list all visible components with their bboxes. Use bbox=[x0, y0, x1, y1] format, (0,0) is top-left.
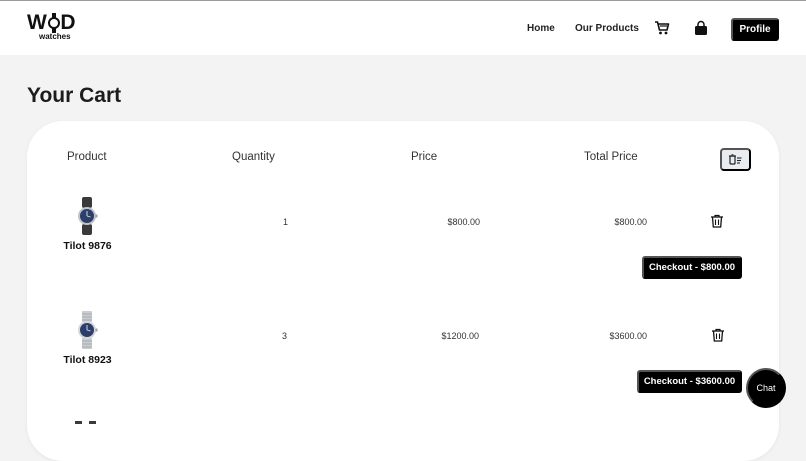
watch-product-image[interactable] bbox=[74, 311, 100, 349]
price-value: $1200.00 bbox=[441, 331, 479, 341]
product-name[interactable]: Tilot 9876 bbox=[40, 240, 135, 252]
brand-tagline: watches bbox=[39, 32, 71, 41]
brand-logo[interactable]: W D watches bbox=[27, 12, 87, 42]
quantity-value: 3 bbox=[281, 331, 287, 341]
total-price-value: $800.00 bbox=[614, 217, 647, 227]
clear-cart-icon bbox=[729, 154, 742, 165]
column-header-price: Price bbox=[411, 151, 438, 163]
nav-products-link[interactable]: Our Products bbox=[575, 23, 639, 35]
checkout-button[interactable]: Checkout - $3600.00 bbox=[637, 370, 742, 393]
page-title: Your Cart bbox=[27, 84, 122, 107]
cart-row: Tilot 9876 1 $800.00 $800.00 Checkout - … bbox=[0, 197, 806, 307]
cart-row: Tilot 8923 3 $1200.00 $3600.00 Checkout … bbox=[0, 311, 806, 421]
quantity-value: 1 bbox=[282, 217, 288, 227]
watch-product-image[interactable] bbox=[74, 197, 100, 235]
product-name[interactable]: Tilot 8923 bbox=[40, 354, 135, 366]
column-header-product: Product bbox=[67, 151, 107, 163]
trash-icon[interactable] bbox=[711, 328, 725, 342]
checkout-button[interactable]: Checkout - $800.00 bbox=[642, 256, 742, 279]
total-price-value: $3600.00 bbox=[609, 331, 647, 341]
column-header-quantity: Quantity bbox=[232, 151, 275, 163]
site-header: W D watches Home Our Products Profile bbox=[0, 0, 806, 55]
brand-wordmark: W D bbox=[27, 11, 76, 34]
clear-cart-button[interactable] bbox=[720, 148, 751, 171]
watch-logo-icon bbox=[47, 13, 60, 33]
chat-button[interactable]: Chat bbox=[746, 368, 786, 408]
shopping-bag-icon[interactable] bbox=[693, 20, 709, 36]
cart-icon[interactable] bbox=[654, 20, 670, 36]
nav-home-link[interactable]: Home bbox=[527, 23, 555, 35]
column-header-total-price: Total Price bbox=[584, 151, 638, 163]
price-value: $800.00 bbox=[447, 217, 480, 227]
watch-product-image[interactable] bbox=[72, 420, 102, 424]
profile-button[interactable]: Profile bbox=[731, 18, 779, 41]
trash-icon[interactable] bbox=[710, 214, 724, 228]
